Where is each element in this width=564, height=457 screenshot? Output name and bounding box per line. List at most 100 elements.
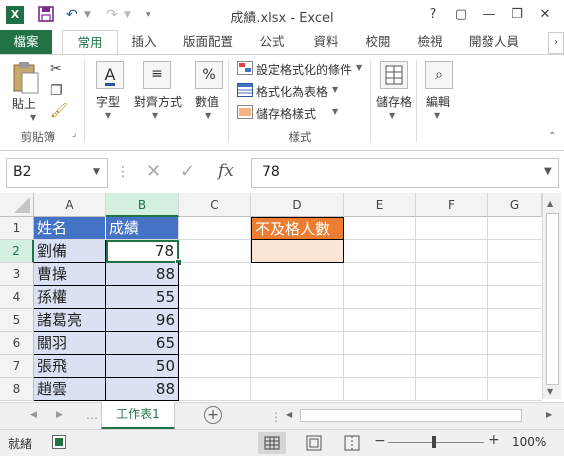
tab-formulas[interactable]: 公式 <box>250 30 294 55</box>
help-button[interactable]: ? <box>420 4 446 26</box>
tab-data[interactable]: 資料 <box>304 30 348 55</box>
cell-styles-dropdown-icon[interactable]: ▼ <box>332 107 338 116</box>
zoom-out-icon[interactable]: − <box>374 433 386 449</box>
zoom-slider[interactable] <box>388 442 484 443</box>
close-button[interactable]: ✕ <box>532 4 558 26</box>
scroll-left-icon[interactable]: ◀ <box>286 410 292 419</box>
insert-function-icon[interactable]: fx <box>218 161 234 181</box>
ribbon-scroll-right-icon[interactable]: › <box>548 32 564 54</box>
select-all-corner[interactable] <box>0 193 34 217</box>
tab-home[interactable]: 常用 <box>62 30 118 56</box>
font-button[interactable]: 字型 <box>96 93 120 110</box>
row-header-5[interactable]: 5 <box>0 309 34 332</box>
column-header-a[interactable]: A <box>34 193 106 217</box>
conditional-format-icon[interactable] <box>237 61 253 75</box>
scroll-up-icon[interactable]: ▲ <box>547 199 553 208</box>
alignment-dropdown-icon[interactable]: ▼ <box>152 111 158 120</box>
tab-review[interactable]: 校閱 <box>356 30 400 55</box>
ribbon-display-options-button[interactable]: ▢ <box>448 4 474 26</box>
row-header-1[interactable]: 1 <box>0 217 34 240</box>
zoom-level[interactable]: 100% <box>512 435 546 449</box>
minimize-button[interactable]: — <box>476 4 502 26</box>
column-header-e[interactable]: E <box>344 193 416 217</box>
format-as-table-icon[interactable] <box>237 83 253 97</box>
cell-a3[interactable]: 曹操 <box>34 263 106 286</box>
copy-icon[interactable]: ❐ <box>50 83 63 99</box>
cancel-entry-icon[interactable]: ✕ <box>146 161 161 182</box>
cells-dropdown-icon[interactable]: ▼ <box>389 111 395 120</box>
cell-a8[interactable]: 趙雲 <box>34 378 106 401</box>
cell-b3[interactable]: 88 <box>106 263 179 286</box>
row-header-3[interactable]: 3 <box>0 263 34 286</box>
cell-b7[interactable]: 50 <box>106 355 179 378</box>
column-header-g[interactable]: G <box>488 193 542 217</box>
cut-icon[interactable]: ✂ <box>50 61 62 77</box>
conditional-format-button[interactable]: 設定格式化的條件 <box>256 61 352 78</box>
tab-file[interactable]: 檔案 <box>0 30 52 55</box>
page-break-view-button[interactable] <box>338 432 366 454</box>
column-header-c[interactable]: C <box>179 193 251 217</box>
horizontal-scroll-thumb[interactable] <box>300 409 522 422</box>
add-sheet-icon[interactable]: + <box>204 406 222 424</box>
expand-formula-bar-icon[interactable]: ▼ <box>544 166 552 177</box>
collapse-ribbon-icon[interactable]: ⌃ <box>548 131 556 142</box>
number-button[interactable]: 數值 <box>195 93 219 110</box>
macro-record-icon[interactable] <box>52 435 66 449</box>
cell-a1[interactable]: 姓名 <box>34 217 106 240</box>
cell-b8[interactable]: 88 <box>106 378 179 401</box>
row-header-6[interactable]: 6 <box>0 332 34 355</box>
tab-split-handle-icon[interactable]: ⋮ <box>270 410 282 424</box>
cell-a6[interactable]: 關羽 <box>34 332 106 355</box>
name-box[interactable]: B2 ▼ <box>6 158 108 188</box>
cells-button[interactable]: 儲存格 <box>376 93 412 110</box>
row-header-7[interactable]: 7 <box>0 355 34 378</box>
clipboard-launcher-icon[interactable]: ⌟ <box>72 129 76 139</box>
cell-a4[interactable]: 孫權 <box>34 286 106 309</box>
conditional-format-dropdown-icon[interactable]: ▼ <box>356 63 362 72</box>
page-layout-view-button[interactable] <box>300 432 328 454</box>
format-as-table-button[interactable]: 格式化為表格 <box>256 83 328 100</box>
cell-a2[interactable]: 劉備 <box>34 240 106 263</box>
horizontal-scrollbar[interactable]: ◀ ▶ <box>284 406 560 424</box>
cell-d1[interactable]: 不及格人數 <box>251 217 344 240</box>
cell-b4[interactable]: 55 <box>106 286 179 309</box>
vertical-scroll-thumb[interactable] <box>546 213 559 385</box>
cell-b1[interactable]: 成績 <box>106 217 179 240</box>
editing-dropdown-icon[interactable]: ▼ <box>434 111 440 120</box>
alignment-button[interactable]: 對齊方式 <box>134 93 182 110</box>
name-box-dropdown-icon[interactable]: ▼ <box>93 167 100 177</box>
cell-b5[interactable]: 96 <box>106 309 179 332</box>
editing-button[interactable]: 編輯 <box>426 93 450 110</box>
restore-button[interactable]: ❐ <box>504 4 530 26</box>
scroll-down-icon[interactable]: ▼ <box>547 387 553 396</box>
column-header-d[interactable]: D <box>251 193 344 217</box>
confirm-entry-icon[interactable]: ✓ <box>180 161 195 182</box>
formula-input[interactable]: 78 <box>251 158 559 188</box>
font-icon[interactable]: A <box>96 61 124 89</box>
column-header-b[interactable]: B <box>106 193 179 217</box>
zoom-in-icon[interactable]: + <box>488 432 500 448</box>
tab-developer[interactable]: 開發人員 <box>462 30 526 55</box>
vertical-scrollbar[interactable]: ▲ ▼ <box>542 193 561 399</box>
zoom-slider-thumb[interactable] <box>432 436 436 448</box>
format-painter-icon[interactable]: 🖌 <box>50 103 68 119</box>
tab-view[interactable]: 檢視 <box>408 30 452 55</box>
sheet-nav-next-icon[interactable]: ▶ <box>56 410 63 420</box>
number-dropdown-icon[interactable]: ▼ <box>205 111 211 120</box>
sheet-nav-prev-icon[interactable]: ◀ <box>30 410 37 420</box>
percent-icon[interactable]: % <box>195 61 223 89</box>
font-dropdown-icon[interactable]: ▼ <box>105 111 111 120</box>
tab-insert[interactable]: 插入 <box>122 30 166 55</box>
sheet-tab-1[interactable]: 工作表1 <box>101 402 175 430</box>
paste-dropdown-icon[interactable]: ▼ <box>30 113 36 122</box>
cell-styles-button[interactable]: 儲存格樣式 <box>256 105 316 122</box>
row-header-2[interactable]: 2 <box>0 240 34 263</box>
cell-a7[interactable]: 張飛 <box>34 355 106 378</box>
tab-page-layout[interactable]: 版面配置 <box>176 30 240 55</box>
format-as-table-dropdown-icon[interactable]: ▼ <box>332 85 338 94</box>
cell-a5[interactable]: 諸葛亮 <box>34 309 106 332</box>
scroll-right-icon[interactable]: ▶ <box>546 410 552 419</box>
sheet-nav-more-icon[interactable]: … <box>86 408 98 422</box>
cell-d2[interactable] <box>251 240 344 263</box>
formula-bar-grip-icon[interactable]: ⋮ <box>116 164 130 180</box>
